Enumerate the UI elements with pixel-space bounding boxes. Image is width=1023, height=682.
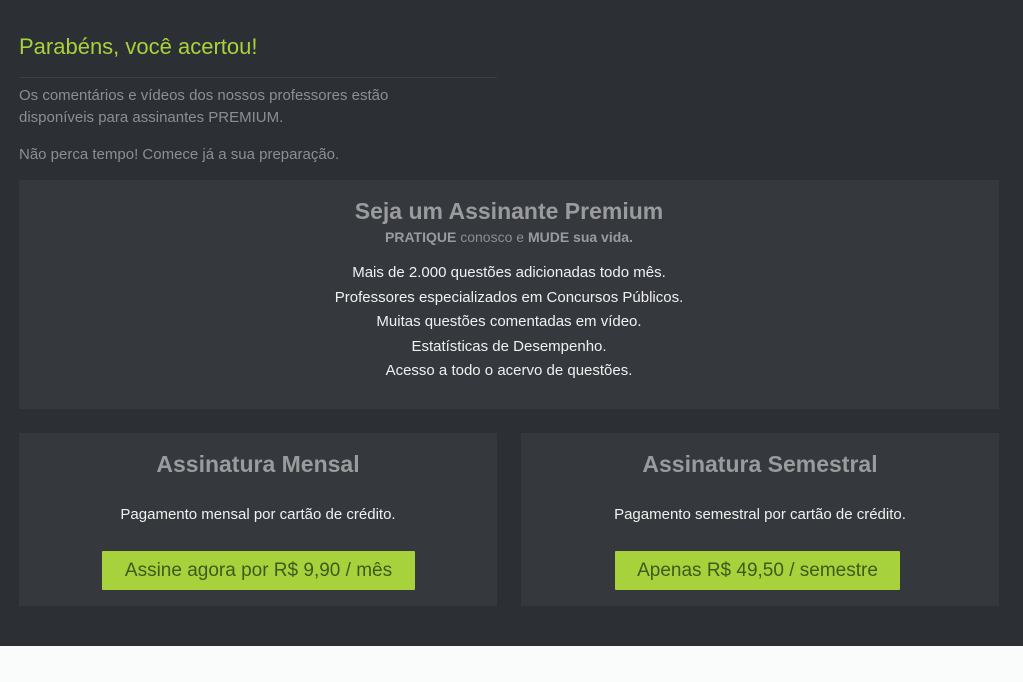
call-to-action-text: Não perca tempo! Comece já a sua prepara… xyxy=(19,146,340,163)
subscribe-monthly-button[interactable]: Assine agora por R$ 9,90 / mês xyxy=(102,551,415,590)
premium-benefits-box: Seja um Assinante Premium PRATIQUE conos… xyxy=(19,180,999,409)
subscribe-semester-button[interactable]: Apenas R$ 49,50 / semestre xyxy=(615,551,900,590)
plan-title-monthly: Assinatura Mensal xyxy=(156,451,360,477)
premium-info-text: Os comentários e vídeos dos nossos profe… xyxy=(19,85,479,129)
plan-card-semester: Assinatura Semestral Pagamento semestral… xyxy=(521,433,999,606)
plan-card-monthly: Assinatura Mensal Pagamento mensal por c… xyxy=(19,433,497,606)
premium-upsell-panel: Parabéns, você acertou! Os comentários e… xyxy=(0,0,1023,646)
premium-title: Seja um Assinante Premium xyxy=(354,198,664,224)
benefit-item: Mais de 2.000 questões adicionadas todo … xyxy=(352,264,666,281)
premium-info-line-2: disponíveis para assinantes PREMIUM. xyxy=(19,109,284,126)
success-message-title: Parabéns, você acertou! xyxy=(19,34,258,59)
plan-description-semester: Pagamento semestral por cartão de crédit… xyxy=(614,506,906,523)
tagline-middle: conosco e xyxy=(456,229,528,245)
tagline-change: MUDE sua vida. xyxy=(527,229,633,245)
benefit-item: Estatísticas de Desempenho. xyxy=(411,337,607,355)
plan-description-monthly: Pagamento mensal por cartão de crédito. xyxy=(120,506,396,523)
benefit-item: Acesso a todo o acervo de questões. xyxy=(385,362,633,379)
divider xyxy=(19,77,497,78)
premium-info-line-1: Os comentários e vídeos dos nossos profe… xyxy=(19,87,389,104)
tagline-practice: PRATIQUE xyxy=(385,229,457,245)
benefit-item: Professores especializados em Concursos … xyxy=(334,288,684,306)
benefit-item: Muitas questões comentadas em vídeo. xyxy=(376,313,642,330)
plan-title-semester: Assinatura Semestral xyxy=(642,451,878,477)
benefits-list: Mais de 2.000 questões adicionadas todo … xyxy=(19,261,999,384)
premium-tagline: PRATIQUE conosco e MUDE sua vida. xyxy=(19,227,999,247)
